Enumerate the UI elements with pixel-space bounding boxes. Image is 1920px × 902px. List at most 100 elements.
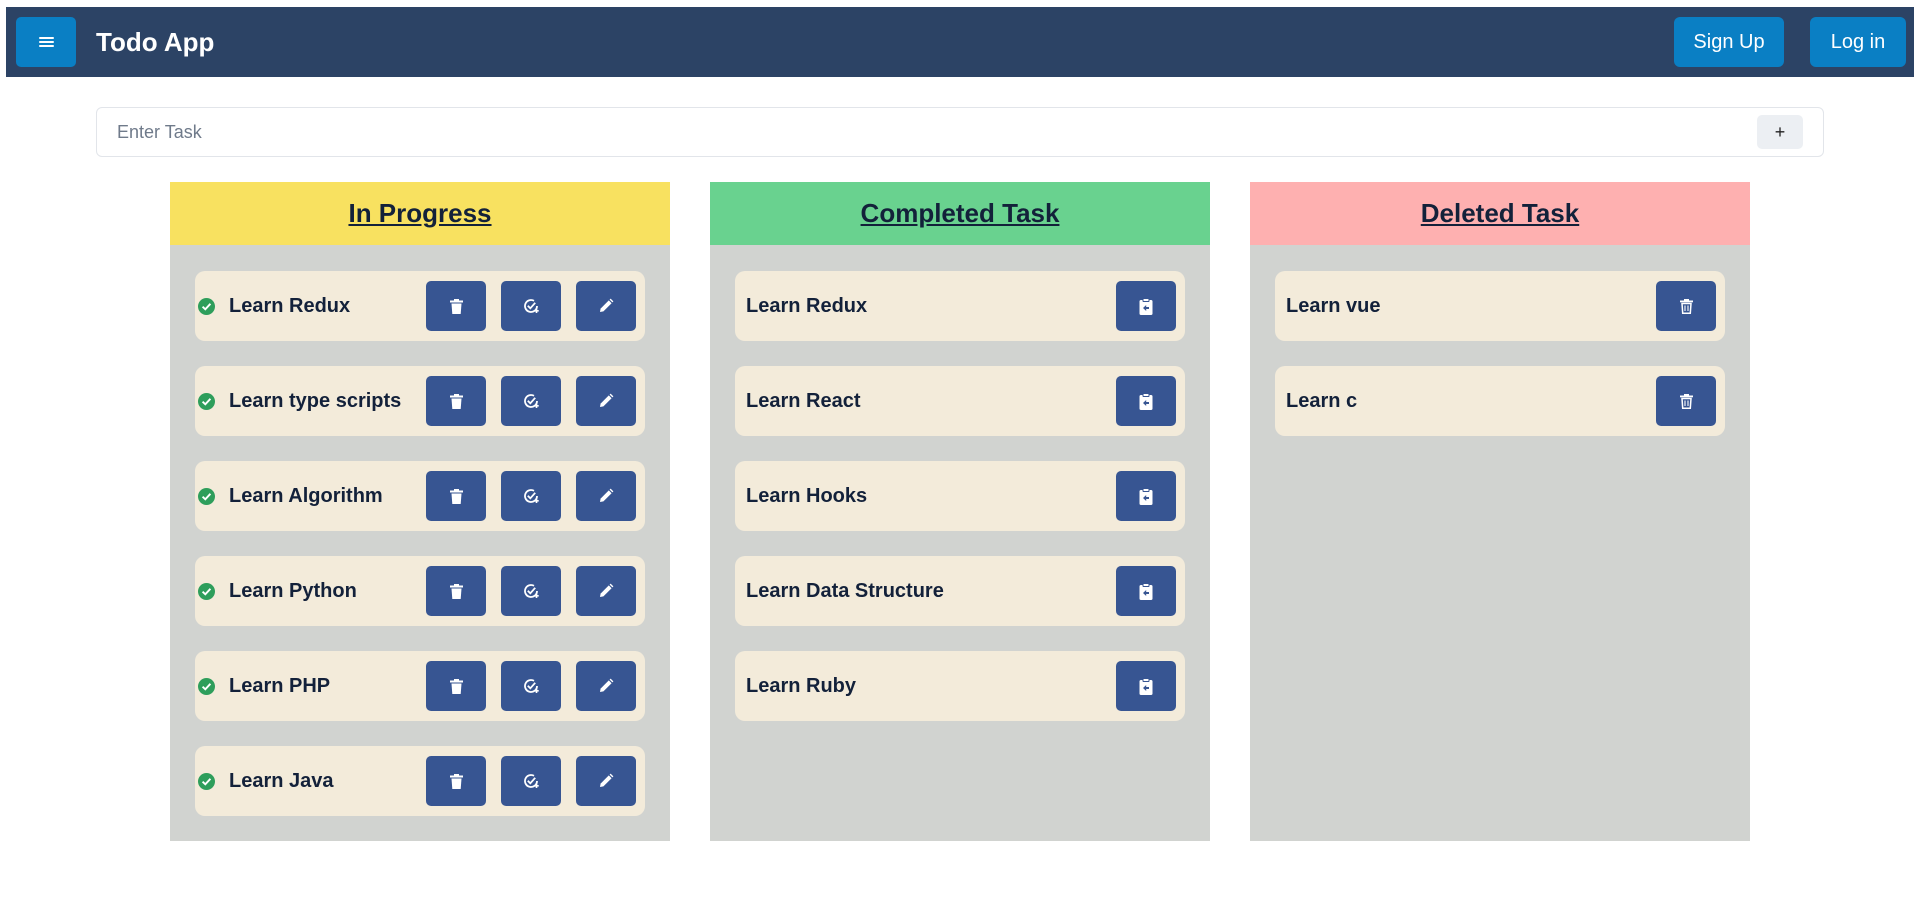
- trash-outline-icon: [1679, 298, 1693, 314]
- task-card: Learn Redux: [735, 271, 1185, 341]
- pencil-icon: [598, 298, 614, 314]
- check-circle-icon: [522, 487, 540, 505]
- restore-task-button[interactable]: [1116, 376, 1176, 426]
- task-name: Learn Redux: [229, 294, 351, 317]
- edit-task-button[interactable]: [576, 566, 636, 616]
- completed-title: Completed Task: [860, 198, 1060, 228]
- add-task-button[interactable]: +: [1757, 115, 1803, 149]
- clipboard-restore-icon: [1139, 582, 1153, 600]
- task-card: Learn Java: [195, 746, 645, 816]
- task-input-bar: +: [96, 107, 1824, 157]
- edit-task-button[interactable]: [576, 756, 636, 806]
- delete-task-button[interactable]: [426, 756, 486, 806]
- in-progress-column: In Progress Learn Redux Learn type script…: [170, 182, 670, 841]
- permanent-delete-button[interactable]: [1656, 281, 1716, 331]
- deleted-column: Deleted Task Learn vue Learn c: [1250, 182, 1750, 841]
- check-circle-icon: [522, 677, 540, 695]
- task-name: Learn Data Structure: [746, 579, 944, 602]
- navbar-left: Todo App: [6, 17, 214, 67]
- pencil-icon: [598, 678, 614, 694]
- clipboard-restore-icon: [1139, 297, 1153, 315]
- navbar: Todo App Sign Up Log in: [6, 7, 1914, 77]
- trash-icon: [449, 488, 463, 504]
- permanent-delete-button[interactable]: [1656, 376, 1716, 426]
- completed-header: Completed Task: [710, 182, 1210, 245]
- task-card: Learn Python: [195, 556, 645, 626]
- edit-task-button[interactable]: [576, 471, 636, 521]
- menu-button[interactable]: [16, 17, 76, 67]
- deleted-title: Deleted Task: [1420, 198, 1580, 228]
- in-progress-header: In Progress: [170, 182, 670, 245]
- complete-task-button[interactable]: [501, 566, 561, 616]
- edit-task-button[interactable]: [576, 661, 636, 711]
- task-name: Learn Algorithm: [229, 484, 383, 507]
- task-name: Learn PHP: [229, 674, 331, 697]
- edit-task-button[interactable]: [576, 281, 636, 331]
- task-card: Learn Algorithm: [195, 461, 645, 531]
- complete-task-button[interactable]: [501, 281, 561, 331]
- trash-icon: [449, 678, 463, 694]
- task-card: Learn Redux: [195, 271, 645, 341]
- task-name: Learn c: [1286, 389, 1358, 412]
- delete-task-button[interactable]: [426, 376, 486, 426]
- task-card: Learn c: [1275, 366, 1725, 436]
- restore-task-button[interactable]: [1116, 281, 1176, 331]
- task-input[interactable]: [97, 108, 1757, 156]
- trash-icon: [449, 583, 463, 599]
- task-card: Learn Data Structure: [735, 556, 1185, 626]
- task-name: Learn Java: [229, 769, 334, 792]
- deleted-header: Deleted Task: [1250, 182, 1750, 245]
- completed-list: Learn Redux Learn React Learn Hooks Learn D…: [710, 245, 1210, 721]
- navbar-right: Sign Up Log in: [1674, 17, 1906, 67]
- app-title: Todo App: [96, 26, 215, 57]
- in-progress-list: Learn Redux Learn type scripts Learn Algor…: [170, 245, 670, 816]
- completed-column: Completed Task Learn Redux Learn React Lea…: [710, 182, 1210, 841]
- trash-outline-icon: [1679, 393, 1693, 409]
- pencil-icon: [598, 583, 614, 599]
- task-name: Learn Ruby: [746, 674, 857, 697]
- delete-task-button[interactable]: [426, 566, 486, 616]
- task-card: Learn Ruby: [735, 651, 1185, 721]
- complete-task-button[interactable]: [501, 756, 561, 806]
- check-circle-filled-icon: [198, 297, 215, 315]
- check-circle-filled-icon: [198, 487, 215, 505]
- check-circle-icon: [522, 392, 540, 410]
- task-card: Learn type scripts: [195, 366, 645, 436]
- restore-task-button[interactable]: [1116, 661, 1176, 711]
- log-in-button[interactable]: Log in: [1810, 17, 1906, 67]
- hamburger-icon: [38, 37, 54, 47]
- complete-task-button[interactable]: [501, 376, 561, 426]
- complete-task-button[interactable]: [501, 471, 561, 521]
- pencil-icon: [598, 393, 614, 409]
- delete-task-button[interactable]: [426, 281, 486, 331]
- restore-task-button[interactable]: [1116, 566, 1176, 616]
- check-circle-filled-icon: [198, 677, 215, 695]
- task-card: Learn Hooks: [735, 461, 1185, 531]
- in-progress-title: In Progress: [348, 198, 492, 228]
- check-circle-filled-icon: [198, 582, 215, 600]
- check-circle-icon: [522, 772, 540, 790]
- edit-task-button[interactable]: [576, 376, 636, 426]
- task-name: Learn React: [746, 389, 861, 412]
- restore-task-button[interactable]: [1116, 471, 1176, 521]
- clipboard-restore-icon: [1139, 392, 1153, 410]
- delete-task-button[interactable]: [426, 661, 486, 711]
- delete-task-button[interactable]: [426, 471, 486, 521]
- task-name: Learn type scripts: [229, 389, 402, 412]
- task-name: Learn Redux: [746, 294, 868, 317]
- task-card: Learn PHP: [195, 651, 645, 721]
- trash-icon: [449, 393, 463, 409]
- complete-task-button[interactable]: [501, 661, 561, 711]
- pencil-icon: [598, 773, 614, 789]
- trash-icon: [449, 298, 463, 314]
- sign-up-button[interactable]: Sign Up: [1674, 17, 1784, 67]
- check-circle-icon: [522, 582, 540, 600]
- clipboard-restore-icon: [1139, 487, 1153, 505]
- task-name: Learn vue: [1286, 294, 1381, 317]
- clipboard-restore-icon: [1139, 677, 1153, 695]
- task-name: Learn Python: [229, 579, 357, 602]
- check-circle-filled-icon: [198, 772, 215, 790]
- task-card: Learn vue: [1275, 271, 1725, 341]
- task-name: Learn Hooks: [746, 484, 868, 507]
- trash-icon: [449, 773, 463, 789]
